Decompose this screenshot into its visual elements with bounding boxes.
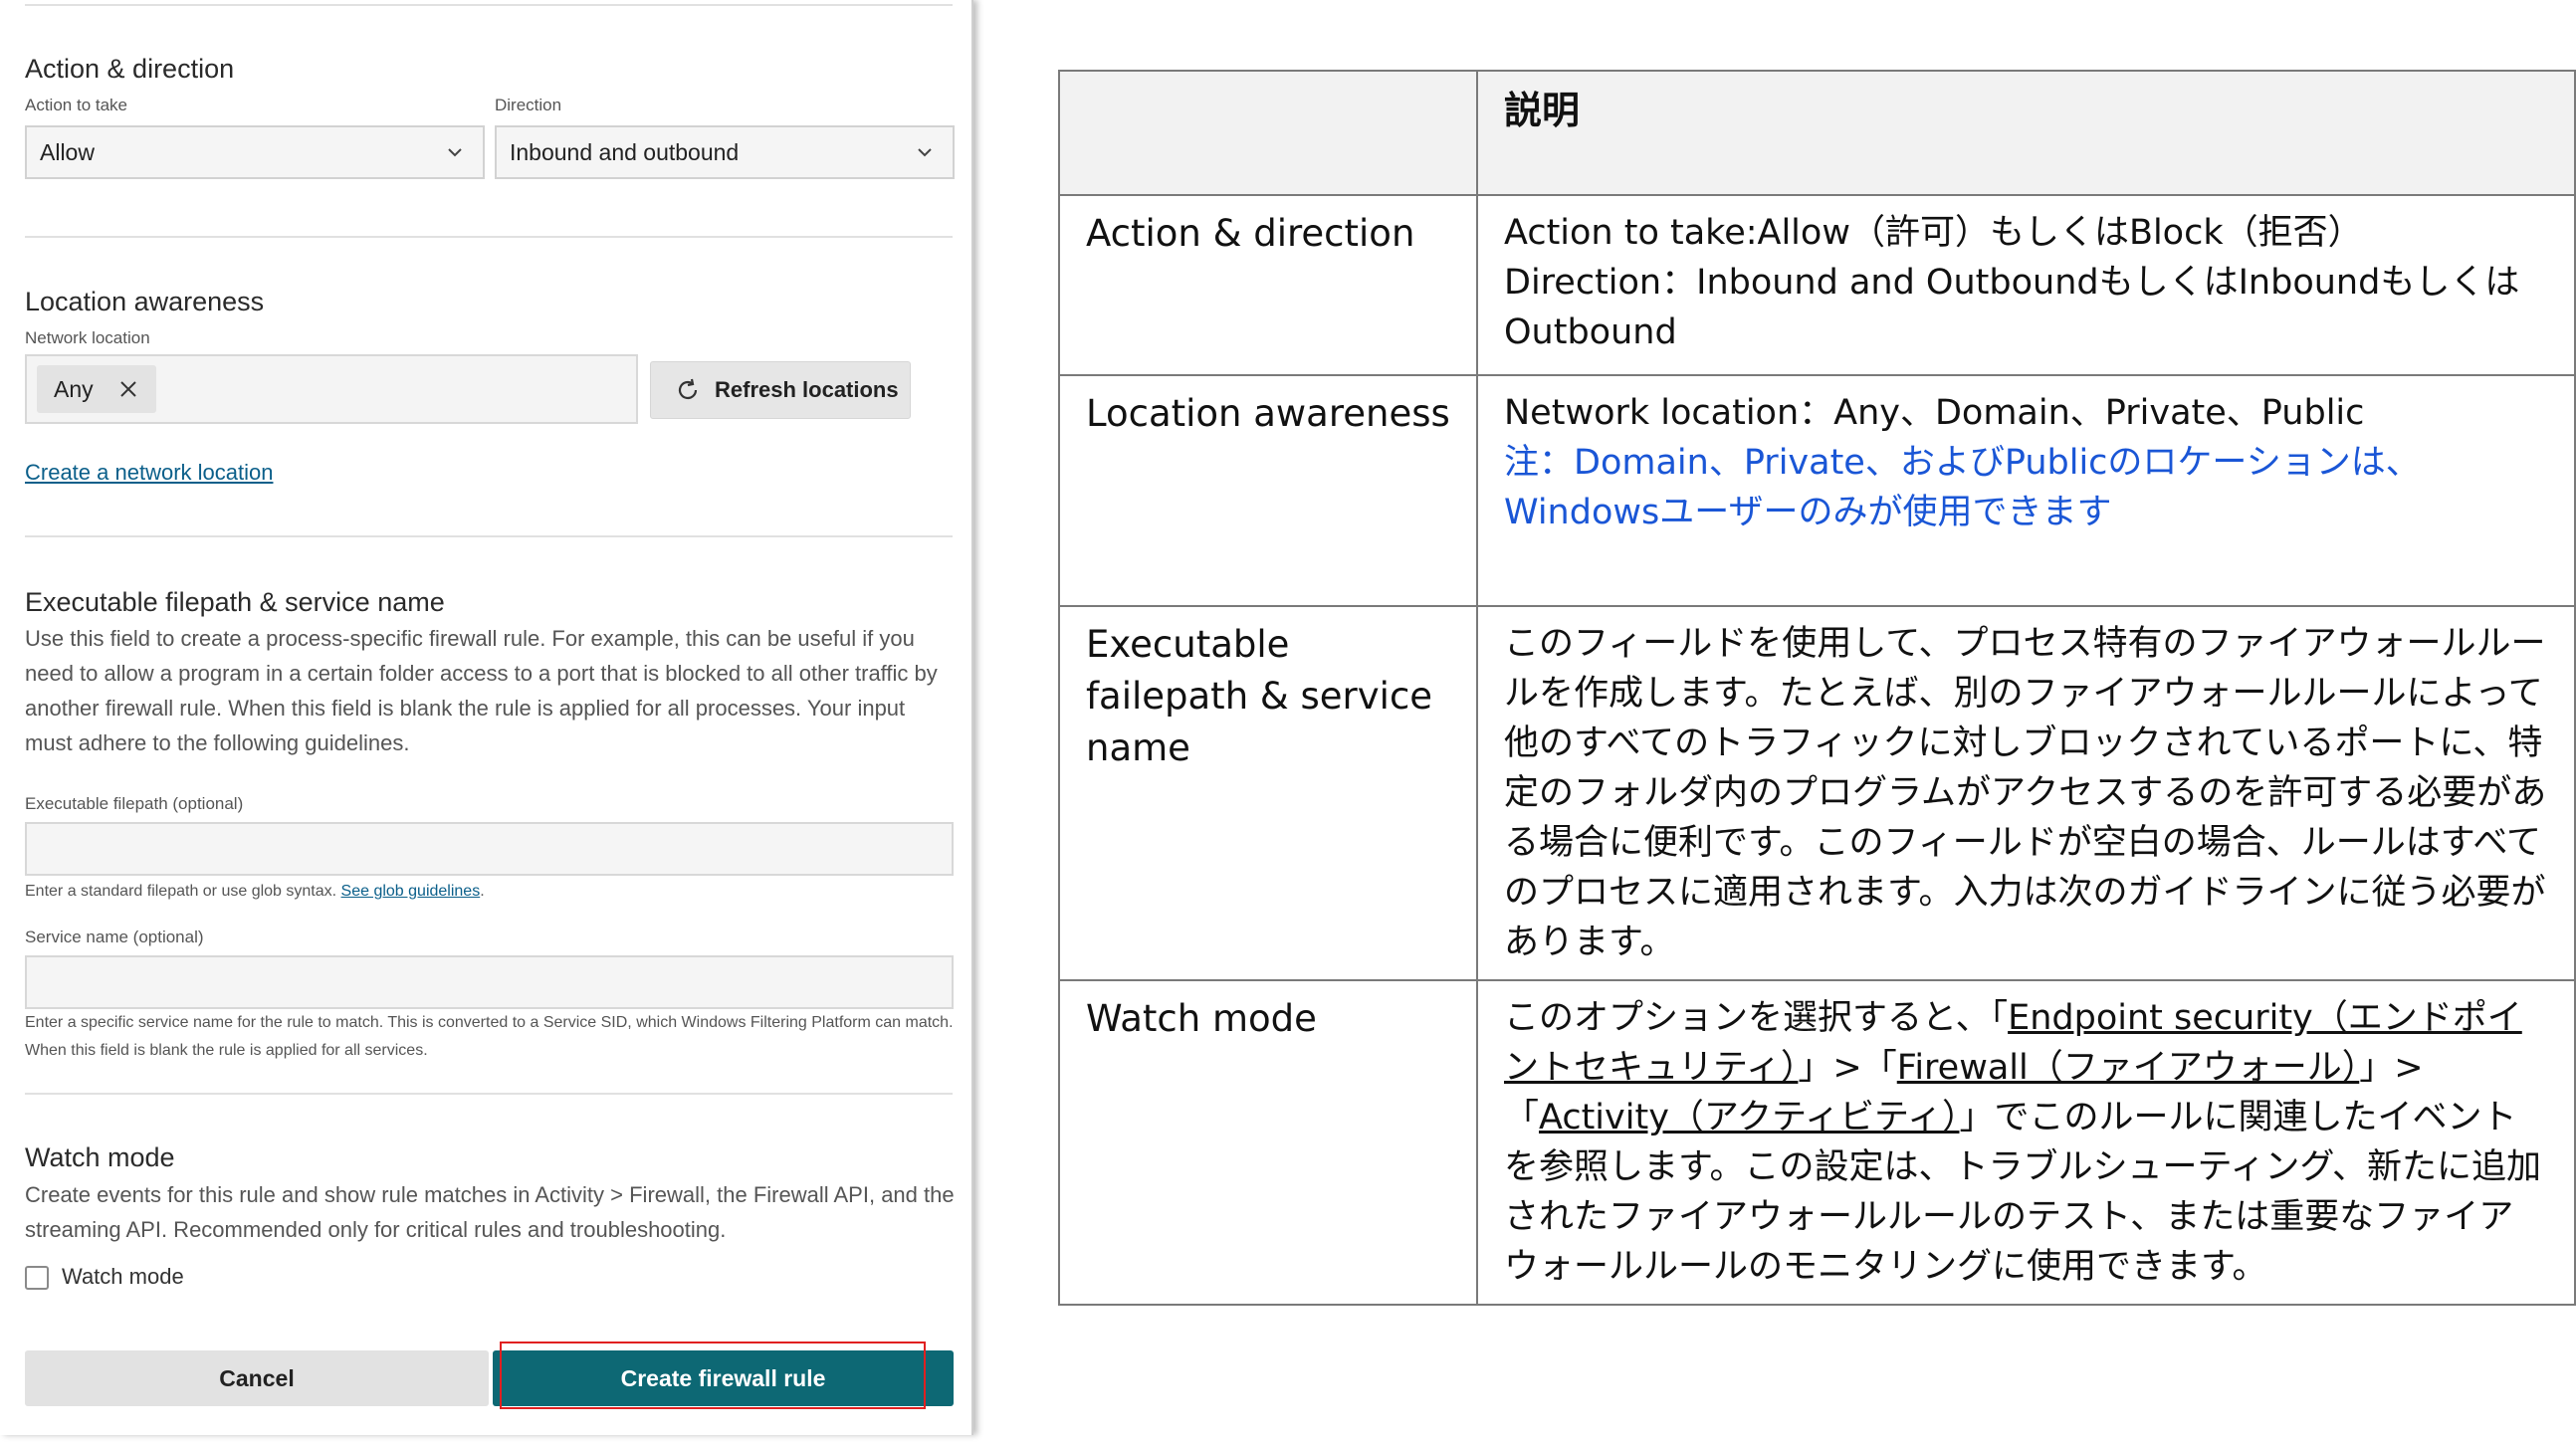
direction-select-value: Inbound and outbound	[510, 138, 740, 165]
network-location-desc-line: Network location：Any、Domain、Private、Publ…	[1504, 393, 2365, 433]
action-select[interactable]: Allow	[25, 125, 485, 179]
refresh-locations-label: Refresh locations	[715, 377, 899, 402]
filepath-helper-text: Enter a standard filepath or use glob sy…	[25, 883, 337, 900]
direction-select[interactable]: Inbound and outbound	[495, 125, 955, 179]
firewall-rule-form: Action & direction Action to take Direct…	[0, 0, 973, 1435]
row-desc-watch-mode: このオプションを選択すると、「Endpoint security（エンドポイント…	[1476, 979, 2576, 1306]
close-icon[interactable]	[118, 379, 138, 399]
description-table: 説明 Action & direction Action to take:All…	[1058, 70, 2576, 1306]
refresh-icon	[678, 378, 698, 400]
network-location-chip: Any	[37, 365, 156, 413]
row-name-executable: Executable failepath & service name	[1058, 605, 1478, 981]
direction-desc-line: Direction：Inbound and OutboundもしくはInboun…	[1504, 263, 2520, 352]
network-location-label: Network location	[25, 328, 150, 347]
windows-only-note: 注：Domain、Private、およびPublicのロケーションは、Windo…	[1504, 443, 2421, 532]
cancel-button[interactable]: Cancel	[25, 1350, 489, 1406]
table-row: Watch mode このオプションを選択すると、「Endpoint secur…	[1058, 979, 2576, 1306]
path-separator: 」>「	[1798, 1048, 1897, 1088]
divider	[25, 1093, 953, 1095]
section-title-location-awareness: Location awareness	[25, 287, 265, 316]
row-name-action-direction: Action & direction	[1058, 194, 1478, 376]
divider	[25, 4, 953, 6]
table-row: Executable failepath & service name このフィ…	[1058, 605, 2576, 981]
executable-filepath-label: Executable filepath (optional)	[25, 794, 244, 813]
executable-filepath-input[interactable]	[25, 822, 954, 876]
watch-mode-description: Create events for this rule and show rul…	[25, 1182, 955, 1242]
activity-path: Activity（アクティビティ）	[1539, 1098, 1960, 1137]
refresh-locations-button[interactable]: Refresh locations	[650, 361, 911, 419]
network-location-field[interactable]: Any	[25, 354, 638, 424]
divider	[25, 535, 953, 537]
filepath-helper: Enter a standard filepath or use glob sy…	[25, 883, 485, 900]
row-name-location-awareness: Location awareness	[1058, 374, 1478, 607]
table-header-row: 説明	[1058, 70, 2576, 196]
service-name-input[interactable]	[25, 955, 954, 1009]
table-header-cell-1	[1058, 70, 1478, 196]
row-desc-location-awareness: Network location：Any、Domain、Private、Publ…	[1476, 374, 2576, 607]
watch-mode-checkbox-label[interactable]: Watch mode	[62, 1264, 184, 1290]
section-title-action-direction: Action & direction	[25, 54, 235, 84]
row-desc-executable: このフィールドを使用して、プロセス特有のファイアウォールルールを作成します。たと…	[1476, 605, 2576, 981]
table-row: Action & direction Action to take:Allow（…	[1058, 194, 2576, 376]
create-firewall-rule-button[interactable]: Create firewall rule	[493, 1350, 954, 1406]
executable-description: Use this field to create a process-speci…	[25, 626, 938, 755]
service-name-label: Service name (optional)	[25, 928, 204, 946]
direction-label: Direction	[495, 96, 562, 114]
section-title-executable: Executable filepath & service name	[25, 587, 445, 617]
chevron-down-icon	[918, 148, 932, 157]
divider	[25, 236, 953, 238]
firewall-path: Firewall（ファイアウォール）	[1896, 1048, 2360, 1088]
action-select-value: Allow	[40, 138, 95, 165]
chip-label: Any	[54, 375, 94, 402]
row-name-watch-mode: Watch mode	[1058, 979, 1478, 1306]
watch-mode-checkbox[interactable]	[25, 1266, 49, 1290]
table-row: Location awareness Network location：Any、…	[1058, 374, 2576, 607]
action-desc-line: Action to take:Allow（許可）もしくはBlock（拒否）	[1504, 213, 2363, 253]
glob-guidelines-link[interactable]: See glob guidelines	[341, 883, 481, 900]
action-to-take-label: Action to take	[25, 96, 128, 114]
chevron-down-icon	[448, 148, 462, 157]
table-header-cell-2: 説明	[1476, 70, 2576, 196]
watch-desc-pre: このオプションを選択すると、「	[1504, 998, 2009, 1038]
create-network-location-link[interactable]: Create a network location	[25, 460, 273, 486]
row-desc-action-direction: Action to take:Allow（許可）もしくはBlock（拒否） Di…	[1476, 194, 2576, 376]
service-helper-text: Enter a specific service name for the ru…	[25, 1014, 954, 1059]
section-title-watch-mode: Watch mode	[25, 1142, 175, 1172]
